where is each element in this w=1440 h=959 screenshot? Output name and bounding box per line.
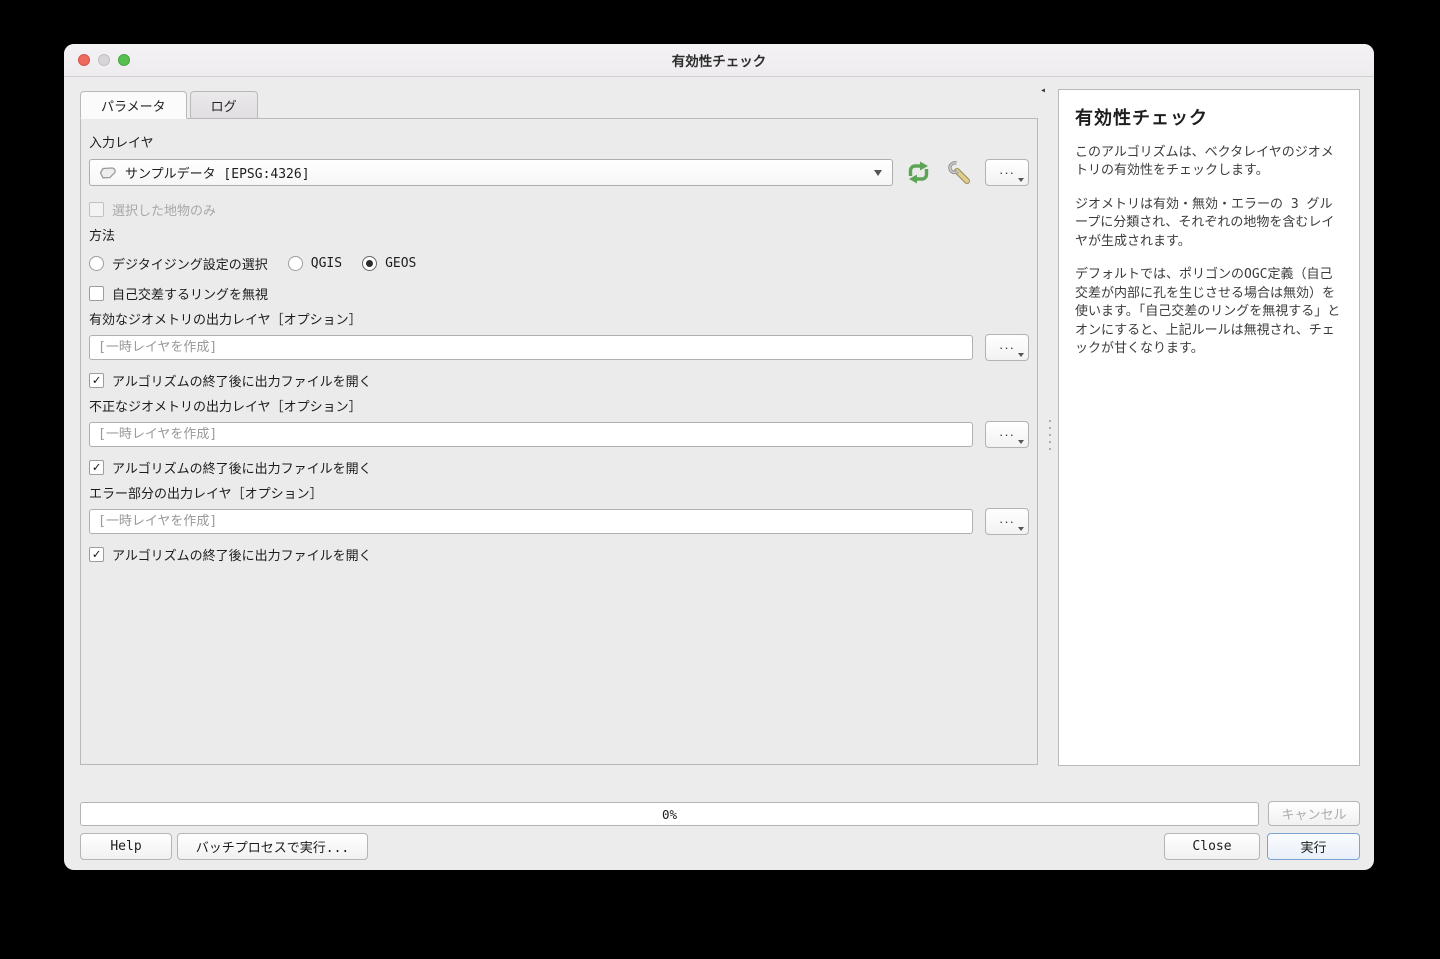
open-output-label: アルゴリズムの終了後に出力ファイルを開く [112, 548, 372, 564]
dialog-window: 有効性チェック パラメータ ログ 入力レイヤ サンプルデータ [EPSG:432… [64, 44, 1374, 870]
chevron-down-icon [1018, 527, 1024, 531]
help-paragraph: このアルゴリズムは、ベクタレイヤのジオメトリの有効性をチェックします。 [1075, 145, 1334, 179]
collapse-help-button[interactable]: ◂ [1040, 86, 1046, 96]
input-layer-select[interactable]: サンプルデータ [EPSG:4326] [89, 159, 893, 186]
help-paragraph: ジオメトリは有効・無効・エラーの 3 グループに分類され、それぞれの地物を含むレ… [1075, 196, 1335, 249]
progress-bar: 0% [80, 802, 1259, 826]
radio-icon [89, 255, 104, 271]
window-title: 有効性チェック [671, 54, 767, 70]
progress-text: 0% [661, 806, 678, 822]
vector-layer-icon [99, 166, 116, 178]
radio-geos[interactable]: GEOS [362, 255, 417, 271]
tab-log[interactable]: ログ [189, 91, 258, 119]
chevron-down-icon [1018, 440, 1024, 444]
run-button[interactable]: 実行 [1267, 833, 1360, 860]
invalid-output-browse-button[interactable]: ··· [985, 421, 1029, 448]
radio-geos-label: GEOS [385, 255, 417, 271]
open-error-output-checkbox[interactable]: アルゴリズムの終了後に出力ファイルを開く [89, 545, 1029, 564]
checkbox-icon [89, 372, 104, 388]
radio-icon [287, 255, 303, 271]
ignore-self-intersecting-rings-checkbox[interactable]: 自己交差するリングを無視 [89, 284, 1029, 303]
batch-process-button[interactable]: バッチプロセスで実行... [177, 833, 368, 860]
input-layer-label: 入力レイヤ [89, 136, 154, 151]
valid-output-input[interactable] [89, 335, 973, 360]
invalid-output-label: 不正なジオメトリの出力レイヤ［オプション］ [89, 400, 362, 415]
ellipsis-icon: ··· [999, 427, 1015, 442]
selected-features-label: 選択した地物のみ [112, 203, 217, 219]
chevron-down-icon [1018, 353, 1024, 357]
error-output-browse-button[interactable]: ··· [985, 508, 1029, 535]
checkbox-icon [89, 201, 104, 217]
invalid-output-input[interactable] [89, 422, 973, 447]
ellipsis-icon: ··· [999, 340, 1015, 355]
iterate-icon [908, 161, 928, 184]
radio-digitizing[interactable]: デジタイジング設定の選択 [89, 254, 268, 273]
checkbox-icon [89, 546, 104, 562]
help-button[interactable]: Help [80, 833, 172, 860]
cancel-button[interactable]: キャンセル [1268, 801, 1360, 826]
title-bar: 有効性チェック [64, 44, 1374, 77]
open-output-label: アルゴリズムの終了後に出力ファイルを開く [112, 374, 372, 390]
help-title: 有効性チェック [1075, 108, 1208, 129]
input-layer-value: サンプルデータ [EPSG:4326] [125, 167, 310, 182]
help-panel: 有効性チェック このアルゴリズムは、ベクタレイヤのジオメトリの有効性をチェックし… [1058, 89, 1360, 766]
open-invalid-output-checkbox[interactable]: アルゴリズムの終了後に出力ファイルを開く [89, 458, 1029, 477]
radio-qgis[interactable]: QGIS [287, 255, 343, 271]
radio-qgis-label: QGIS [310, 255, 343, 271]
checkbox-icon [89, 459, 104, 475]
advanced-options-button[interactable] [943, 160, 973, 186]
chevron-down-icon [1018, 178, 1024, 182]
wrench-icon [947, 161, 970, 184]
splitter-handle[interactable] [1046, 420, 1054, 450]
iterate-layer-button[interactable] [903, 160, 933, 186]
radio-icon [362, 255, 378, 271]
open-valid-output-checkbox[interactable]: アルゴリズムの終了後に出力ファイルを開く [89, 371, 1029, 390]
input-layer-browse-button[interactable]: ··· [985, 159, 1029, 186]
tab-parameters[interactable]: パラメータ [80, 91, 187, 119]
selected-features-checkbox[interactable]: 選択した地物のみ [89, 200, 1029, 219]
tab-bar: パラメータ ログ [80, 91, 261, 119]
ellipsis-icon: ··· [999, 514, 1015, 529]
ignore-rings-label: 自己交差するリングを無視 [112, 287, 269, 303]
ellipsis-icon: ··· [999, 165, 1015, 180]
error-output-input[interactable] [89, 509, 973, 534]
method-radio-group: デジタイジング設定の選択 QGIS GEOS [89, 254, 1029, 273]
valid-output-label: 有効なジオメトリの出力レイヤ［オプション］ [89, 313, 362, 328]
radio-digitizing-label: デジタイジング設定の選択 [112, 257, 268, 273]
checkbox-icon [89, 285, 104, 301]
error-output-label: エラー部分の出力レイヤ［オプション］ [89, 487, 323, 502]
parameters-panel: 入力レイヤ サンプルデータ [EPSG:4326] ··· 選択した地物のみ 方… [80, 118, 1038, 765]
help-paragraph: デフォルトでは、ポリゴンのOGC定義（自己交差が内部に孔を生じさせる場合は無効）… [1075, 267, 1341, 357]
valid-output-browse-button[interactable]: ··· [985, 334, 1029, 361]
close-button[interactable]: Close [1164, 833, 1260, 860]
open-output-label: アルゴリズムの終了後に出力ファイルを開く [112, 461, 372, 477]
chevron-down-icon [874, 169, 882, 176]
method-label: 方法 [89, 229, 116, 244]
